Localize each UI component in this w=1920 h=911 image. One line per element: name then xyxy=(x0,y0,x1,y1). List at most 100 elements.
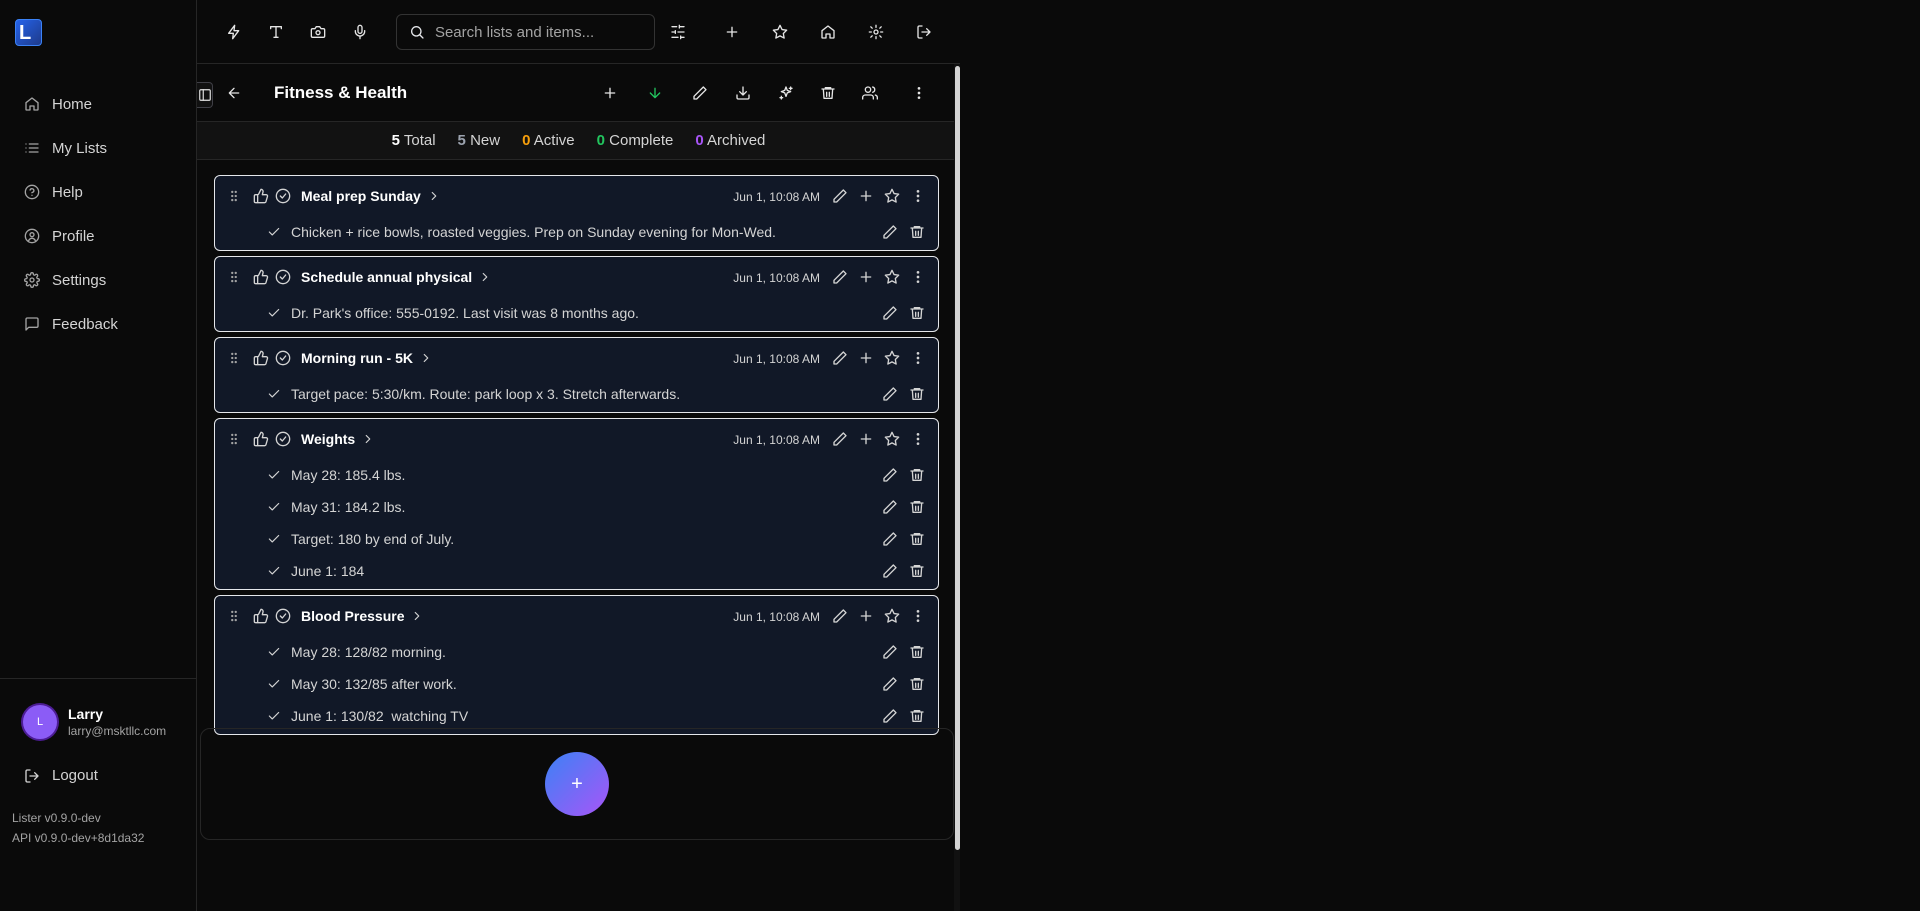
export-button[interactable] xyxy=(734,84,752,102)
list-item-card[interactable]: Morning run - 5K Jun 1, 10:08 AM Target … xyxy=(214,337,939,413)
sidebar-item-help[interactable]: Help xyxy=(0,170,196,214)
back-button[interactable] xyxy=(226,85,242,101)
camera-button[interactable] xyxy=(308,22,328,42)
subitem-check[interactable] xyxy=(267,387,281,401)
edit-subitem-button[interactable] xyxy=(882,224,898,240)
add-subitem-button[interactable] xyxy=(858,608,874,624)
quick-add-button[interactable] xyxy=(224,22,244,42)
settings-button[interactable] xyxy=(866,22,886,42)
item-more-button[interactable] xyxy=(910,431,926,447)
delete-subitem-button[interactable] xyxy=(909,499,925,515)
drag-handle[interactable] xyxy=(227,270,241,284)
item-more-button[interactable] xyxy=(910,188,926,204)
add-item-fab[interactable]: + xyxy=(545,752,609,816)
favorites-button[interactable] xyxy=(770,22,790,42)
delete-subitem-button[interactable] xyxy=(909,305,925,321)
edit-subitem-button[interactable] xyxy=(882,305,898,321)
stat-complete[interactable]: 0 Complete xyxy=(597,132,674,149)
sidebar-item-home[interactable]: Home xyxy=(0,82,196,126)
subitem-check[interactable] xyxy=(267,709,281,723)
stat-total[interactable]: 5 Total xyxy=(392,132,436,149)
search-input[interactable] xyxy=(434,23,654,41)
more-button[interactable] xyxy=(910,84,928,102)
sidebar-item-my-lists[interactable]: My Lists xyxy=(0,126,196,170)
stat-active[interactable]: 0 Active xyxy=(522,132,575,149)
delete-subitem-button[interactable] xyxy=(909,676,925,692)
add-subitem-button[interactable] xyxy=(858,431,874,447)
drag-handle[interactable] xyxy=(227,609,241,623)
delete-subitem-button[interactable] xyxy=(909,224,925,240)
list-item-card[interactable]: Weights Jun 1, 10:08 AM May 28: 185.4 lb… xyxy=(214,418,939,590)
like-button[interactable] xyxy=(253,188,269,204)
drag-handle[interactable] xyxy=(227,351,241,365)
item-more-button[interactable] xyxy=(910,269,926,285)
edit-subitem-button[interactable] xyxy=(882,676,898,692)
edit-item-button[interactable] xyxy=(832,350,848,366)
favorite-item-button[interactable] xyxy=(884,269,900,285)
favorite-item-button[interactable] xyxy=(884,431,900,447)
sidebar-item-profile[interactable]: Profile xyxy=(0,214,196,258)
subitem-check[interactable] xyxy=(267,677,281,691)
expand-chevron[interactable] xyxy=(419,351,433,365)
drag-handle[interactable] xyxy=(227,189,241,203)
delete-subitem-button[interactable] xyxy=(909,531,925,547)
voice-button[interactable] xyxy=(350,22,370,42)
expand-chevron[interactable] xyxy=(361,432,375,446)
subitem-check[interactable] xyxy=(267,645,281,659)
complete-button[interactable] xyxy=(275,608,291,624)
delete-subitem-button[interactable] xyxy=(909,708,925,724)
list-item-card[interactable]: Blood Pressure Jun 1, 10:08 AM May 28: 1… xyxy=(214,595,939,735)
item-title[interactable]: Schedule annual physical xyxy=(301,269,492,285)
edit-subitem-button[interactable] xyxy=(882,563,898,579)
delete-subitem-button[interactable] xyxy=(909,386,925,402)
edit-item-button[interactable] xyxy=(832,608,848,624)
scrollbar-thumb[interactable] xyxy=(955,66,960,850)
subitem-check[interactable] xyxy=(267,225,281,239)
add-list-button[interactable] xyxy=(722,22,742,42)
expand-chevron[interactable] xyxy=(478,270,492,284)
app-logo[interactable]: L xyxy=(15,19,42,46)
favorite-item-button[interactable] xyxy=(884,608,900,624)
share-button[interactable] xyxy=(861,84,879,102)
logout-button[interactable]: Logout xyxy=(24,767,98,784)
stat-archived[interactable]: 0 Archived xyxy=(695,132,765,149)
item-more-button[interactable] xyxy=(910,608,926,624)
list-item-card[interactable]: Meal prep Sunday Jun 1, 10:08 AM Chicken… xyxy=(214,175,939,251)
sort-button[interactable] xyxy=(646,84,664,102)
edit-item-button[interactable] xyxy=(832,188,848,204)
item-title[interactable]: Morning run - 5K xyxy=(301,350,433,366)
sign-out-button[interactable] xyxy=(914,22,934,42)
edit-subitem-button[interactable] xyxy=(882,644,898,660)
expand-chevron[interactable] xyxy=(410,609,424,623)
delete-subitem-button[interactable] xyxy=(909,563,925,579)
complete-button[interactable] xyxy=(275,350,291,366)
complete-button[interactable] xyxy=(275,269,291,285)
add-subitem-button[interactable] xyxy=(858,188,874,204)
subitem-check[interactable] xyxy=(267,306,281,320)
edit-subitem-button[interactable] xyxy=(882,708,898,724)
sidebar-item-feedback[interactable]: Feedback xyxy=(0,302,196,346)
like-button[interactable] xyxy=(253,608,269,624)
delete-subitem-button[interactable] xyxy=(909,467,925,483)
add-subitem-button[interactable] xyxy=(858,269,874,285)
sidebar-item-settings[interactable]: Settings xyxy=(0,258,196,302)
delete-subitem-button[interactable] xyxy=(909,644,925,660)
like-button[interactable] xyxy=(253,431,269,447)
delete-list-button[interactable] xyxy=(819,84,837,102)
edit-subitem-button[interactable] xyxy=(882,499,898,515)
add-subitem-button[interactable] xyxy=(858,350,874,366)
edit-subitem-button[interactable] xyxy=(882,531,898,547)
subitem-check[interactable] xyxy=(267,500,281,514)
item-title[interactable]: Meal prep Sunday xyxy=(301,188,441,204)
complete-button[interactable] xyxy=(275,188,291,204)
like-button[interactable] xyxy=(253,269,269,285)
favorite-item-button[interactable] xyxy=(884,188,900,204)
complete-button[interactable] xyxy=(275,431,291,447)
drag-handle[interactable] xyxy=(227,432,241,446)
list-item-card[interactable]: Schedule annual physical Jun 1, 10:08 AM… xyxy=(214,256,939,332)
stat-new[interactable]: 5 New xyxy=(458,132,501,149)
home-button[interactable] xyxy=(818,22,838,42)
edit-item-button[interactable] xyxy=(832,431,848,447)
ai-button[interactable] xyxy=(777,84,795,102)
edit-subitem-button[interactable] xyxy=(882,386,898,402)
